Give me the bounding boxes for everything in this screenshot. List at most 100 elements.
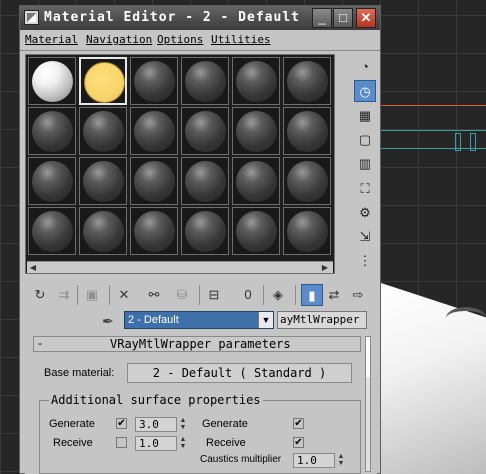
caustics-multiplier-field[interactable]: 1.0 (293, 453, 335, 468)
material-slot[interactable] (79, 207, 127, 255)
group-title: Additional surface properties (49, 393, 263, 407)
generate-gi-spinner[interactable]: ▲ ▼ (179, 417, 187, 432)
menu-material[interactable]: Material (25, 33, 78, 46)
caustics-multiplier-label: Caustics multiplier (200, 454, 282, 465)
pick-material-icon[interactable]: ✒ (102, 313, 114, 330)
go-to-parent-icon[interactable]: ▮ (301, 284, 323, 306)
generate-gi-checkbox[interactable]: ✔ (116, 418, 127, 429)
sample-sphere (32, 111, 73, 152)
scroll-left-icon[interactable]: ◀ (28, 263, 38, 273)
material-slot[interactable] (28, 207, 76, 255)
toolbar-separator (199, 285, 200, 305)
video-color-check-icon[interactable]: ▥ (354, 153, 376, 175)
show-end-result-icon[interactable]: ◈ (267, 284, 289, 306)
horizontal-scrollbar[interactable]: ◀ ▶ (27, 261, 333, 273)
sample-sphere (185, 61, 226, 102)
maximize-button[interactable]: □ (333, 8, 353, 28)
material-id-channel-icon[interactable]: ⊟ (203, 284, 225, 306)
reset-map-icon[interactable]: ✕ (113, 284, 135, 306)
receive-gi-label: Receive (53, 437, 93, 449)
material-slot[interactable] (181, 57, 229, 105)
receive-caustics-checkbox[interactable]: ✔ (293, 437, 304, 448)
receive-gi-field[interactable]: 1.0 (135, 436, 177, 451)
material-slot[interactable] (79, 107, 127, 155)
receive-caustics-label: Receive (206, 437, 246, 449)
close-button[interactable]: ✕ (356, 8, 376, 28)
material-slot[interactable] (79, 57, 127, 105)
material-slot[interactable] (232, 107, 280, 155)
material-slot[interactable] (130, 57, 178, 105)
sample-sphere (134, 161, 175, 202)
material-slot[interactable] (28, 157, 76, 205)
caustics-multiplier-spinner[interactable]: ▲ ▼ (337, 453, 345, 468)
viewport-guide-line (381, 130, 486, 131)
material-map-navigator-icon[interactable]: ⋮ (354, 250, 376, 272)
material-type-button[interactable]: ayMtlWrapper (277, 311, 367, 329)
go-forward-to-sibling-icon[interactable]: ⇄ (323, 284, 345, 306)
material-slot[interactable] (79, 157, 127, 205)
sample-sphere (287, 211, 328, 252)
material-slot[interactable] (283, 107, 331, 155)
generate-gi-label: Generate (49, 418, 95, 430)
material-slot[interactable] (232, 57, 280, 105)
material-slot[interactable] (283, 157, 331, 205)
viewport-guide-line (381, 105, 486, 106)
options-icon[interactable]: ⚙ (354, 202, 376, 224)
get-material-icon[interactable]: ↻ (29, 284, 51, 306)
toolbar-separator (295, 285, 296, 305)
menu-utilities[interactable]: Utilities (211, 33, 271, 46)
rollout-title: VRayMtlWrapper parameters (110, 337, 291, 351)
sample-sphere (134, 61, 175, 102)
select-by-material-icon[interactable]: ⇲ (354, 226, 376, 248)
generate-caustics-checkbox[interactable]: ✔ (293, 418, 304, 429)
sample-uv-tiling-icon[interactable]: ▢ (354, 129, 376, 151)
sample-sphere (83, 111, 124, 152)
backlight-icon[interactable]: ◷ (354, 80, 376, 102)
sample-sphere (32, 211, 73, 252)
scrollbar-thumb[interactable] (366, 337, 370, 377)
scroll-right-icon[interactable]: ▶ (320, 263, 330, 273)
put-to-scene-icon[interactable]: ⇉ (53, 284, 75, 306)
viewport-object (446, 307, 486, 329)
generate-gi-field[interactable]: 3.0 (135, 417, 177, 432)
background-checker-icon[interactable]: ▦ (354, 105, 376, 127)
sample-sphere (236, 111, 277, 152)
material-slot[interactable] (28, 107, 76, 155)
material-slot[interactable] (28, 57, 76, 105)
material-slot[interactable] (283, 207, 331, 255)
material-slot[interactable] (130, 157, 178, 205)
material-slot[interactable] (181, 157, 229, 205)
app-icon[interactable] (24, 10, 39, 25)
assign-to-selection-icon[interactable]: ▣ (81, 284, 103, 306)
material-slot[interactable] (181, 107, 229, 155)
rollout-header[interactable]: - VRayMtlWrapper parameters (33, 336, 361, 352)
put-to-library-icon[interactable]: ⛁ (171, 284, 193, 306)
menu-navigation[interactable]: Navigation (86, 33, 152, 46)
make-unique-icon[interactable]: ⚯ (143, 284, 165, 306)
make-preview-icon[interactable]: ⛶ (354, 178, 376, 200)
material-slot[interactable] (232, 157, 280, 205)
receive-gi-spinner[interactable]: ▲ ▼ (179, 436, 187, 451)
base-material-label: Base material: (44, 367, 115, 379)
minimize-button[interactable]: _ (312, 8, 332, 28)
title-bar[interactable]: Material Editor - 2 - Default _ □ ✕ (20, 6, 380, 30)
material-slot[interactable] (232, 207, 280, 255)
material-slot[interactable] (130, 107, 178, 155)
toolbar-separator (109, 285, 110, 305)
collapse-icon[interactable]: - (38, 336, 42, 350)
base-material-button[interactable]: 2 - Default ( Standard ) (127, 363, 352, 383)
material-slot[interactable] (283, 57, 331, 105)
go-sibling-icon[interactable]: ⇨ (347, 284, 369, 306)
toolbar-separator (263, 285, 264, 305)
sample-sphere (84, 62, 125, 103)
chevron-down-icon[interactable]: ▼ (258, 312, 273, 328)
material-name-field[interactable]: 2 - Default (124, 311, 274, 329)
menu-options[interactable]: Options (157, 33, 203, 46)
sample-sphere (236, 61, 277, 102)
rollout-scrollbar[interactable] (365, 336, 371, 472)
show-map-in-viewport-icon[interactable]: 0 (237, 284, 259, 306)
material-slot[interactable] (130, 207, 178, 255)
material-slot[interactable] (181, 207, 229, 255)
receive-gi-checkbox[interactable] (116, 437, 127, 448)
sample-type-icon[interactable]: ◔ (354, 56, 376, 78)
